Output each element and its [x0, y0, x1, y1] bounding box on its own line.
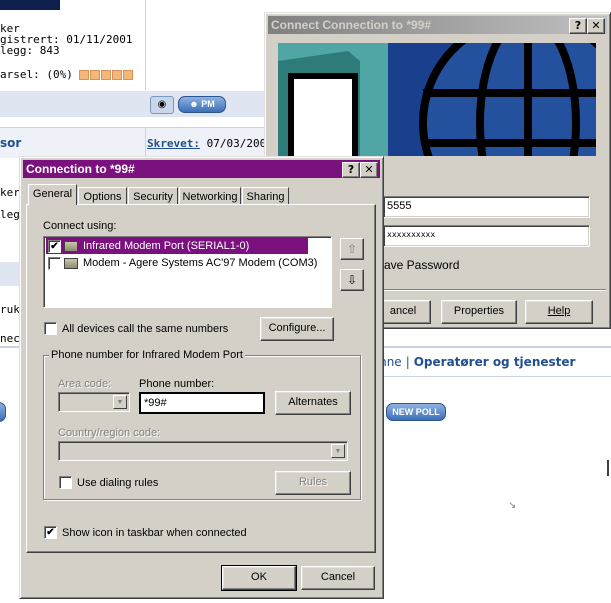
connect-properties-button[interactable]: Properties [441, 300, 517, 324]
post1-warning-label: arsel: (0%) [0, 68, 134, 81]
modem-icon [64, 241, 78, 252]
chevron-down-icon: ▼ [113, 395, 127, 409]
left-fragment-2: nec [0, 332, 20, 345]
nav-link-operators[interactable]: Operatører og tjenester [414, 355, 576, 369]
connect-help-button[interactable]: ? [569, 18, 587, 34]
phone-number-label: Phone number: [139, 378, 215, 390]
post1-meta-line3: legg: 843 [0, 44, 60, 57]
use-dialing-rules-label[interactable]: Use dialing rules [77, 477, 158, 489]
connect-using-label: Connect using: [43, 220, 117, 232]
tab-security[interactable]: Security [128, 187, 178, 205]
globe-computer-icon [278, 43, 596, 156]
alternates-button[interactable]: Alternates [275, 391, 351, 415]
general-tab-panel: Connect using: ✔ Infrared Modem Port (SE… [26, 204, 376, 553]
nav-underline [375, 376, 611, 377]
tab-networking[interactable]: Networking [179, 187, 241, 205]
posted-label: Skrevet: [147, 137, 200, 150]
tab-general[interactable]: General [28, 184, 77, 205]
new-poll-button[interactable]: NEW POLL [386, 403, 446, 421]
agere-modem-label: Modem - Agere Systems AC'97 Modem (COM3) [83, 257, 318, 269]
properties-titlebar[interactable]: Connection to *99# ? ✕ [23, 160, 380, 178]
left-reply-button[interactable] [0, 402, 6, 422]
chevron-down-icon: ▼ [331, 444, 345, 458]
arrow-down-icon: ⇩ [346, 273, 358, 287]
connect-password-field[interactable]: xxxxxxxxxx [383, 225, 590, 247]
connection-properties-dialog: Connection to *99# ? ✕ General Options S… [19, 156, 384, 599]
connection-banner-image [278, 43, 596, 156]
area-code-label: Area code: [58, 378, 112, 390]
pm-label: PM [201, 99, 215, 109]
connect-help-footer-button[interactable]: Help [525, 300, 593, 324]
nav-separator: | [405, 355, 410, 369]
arrow-up-icon: ⇧ [346, 242, 358, 256]
users-icon: ☻ [189, 99, 199, 109]
properties-help-button[interactable]: ? [342, 162, 360, 178]
infrared-modem-checkbox[interactable]: ✔ [48, 240, 61, 253]
breadcrumb-nav: mne | Operatører og tjenester [375, 355, 575, 369]
move-up-button[interactable]: ⇧ [340, 238, 364, 260]
pm-button[interactable]: ☻ PM [178, 96, 226, 113]
connect-close-button[interactable]: ✕ [587, 18, 605, 34]
tab-sharing[interactable]: Sharing [242, 187, 289, 205]
column-divider [145, 0, 146, 90]
save-password-label[interactable]: ave Password [384, 258, 459, 272]
area-code-dropdown: ▼ [58, 392, 130, 412]
show-icon-checkbox[interactable]: ✔ [44, 526, 57, 539]
connect-dialog-title: Connect Connection to *99# [271, 18, 432, 32]
country-code-label: Country/region code: [58, 427, 161, 439]
configure-button[interactable]: Configure... [260, 317, 334, 341]
avatar [0, 0, 60, 10]
phone-group-title: Phone number for Infrared Modem Port [49, 349, 245, 361]
posted-date: 07/03/2005 [206, 137, 273, 150]
post2-meta-line1: ker [0, 186, 20, 199]
warning-text: arsel: (0%) [0, 68, 73, 81]
ok-button[interactable]: OK [221, 565, 297, 591]
post2-posted: Skrevet: 07/03/2005 [147, 137, 273, 150]
device-list[interactable]: ✔ Infrared Modem Port (SERIAL1-0) Modem … [43, 236, 332, 308]
warning-rating [79, 68, 134, 81]
agere-modem-checkbox[interactable] [48, 257, 61, 270]
list-item-infrared-modem[interactable]: ✔ Infrared Modem Port (SERIAL1-0) [46, 238, 308, 254]
properties-close-button[interactable]: ✕ [360, 162, 378, 178]
properties-title: Connection to *99# [26, 162, 135, 176]
all-devices-checkbox[interactable] [44, 322, 57, 335]
post2-username[interactable]: sor [0, 136, 21, 150]
scrollbar-fragment[interactable] [607, 460, 609, 476]
list-item-agere-modem[interactable]: Modem - Agere Systems AC'97 Modem (COM3) [46, 255, 326, 271]
tab-options[interactable]: Options [78, 187, 127, 205]
show-icon-label[interactable]: Show icon in taskbar when connected [62, 527, 247, 539]
help-label: Help [547, 305, 571, 317]
connect-dialog-titlebar[interactable]: Connect Connection to *99# ? ✕ [268, 16, 607, 34]
connect-phone-field[interactable]: 5555 [383, 196, 590, 218]
move-down-button[interactable]: ⇩ [340, 269, 364, 291]
all-devices-label[interactable]: All devices call the same numbers [62, 323, 228, 335]
country-code-dropdown: ▼ [58, 441, 348, 461]
modem-icon [64, 258, 78, 269]
cancel-button[interactable]: Cancel [301, 566, 375, 590]
left-fragment-1: ruk [0, 303, 20, 316]
infrared-modem-label: Infrared Modem Port (SERIAL1-0) [83, 240, 250, 252]
rules-button: Rules [275, 471, 351, 495]
resize-cursor-icon: ↘ [508, 500, 517, 511]
phone-number-input[interactable]: *99# [139, 392, 265, 414]
use-dialing-rules-checkbox[interactable] [59, 476, 72, 489]
webcam-icon[interactable]: ◉ [150, 96, 174, 114]
